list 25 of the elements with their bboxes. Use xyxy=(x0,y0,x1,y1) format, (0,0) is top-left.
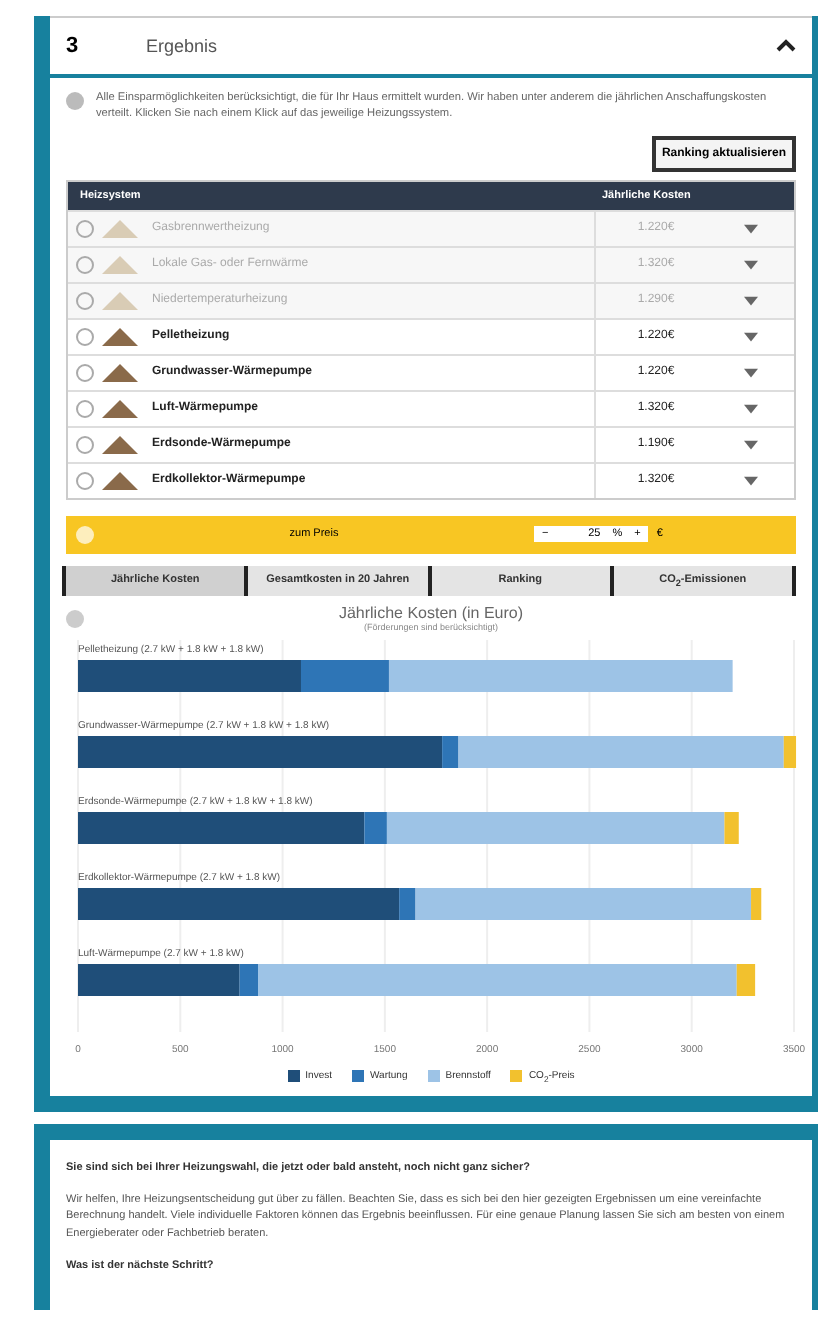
collapse-icon[interactable] xyxy=(776,36,796,56)
house-icon xyxy=(100,468,140,493)
info-icon[interactable] xyxy=(66,609,84,628)
dropdown-caret-icon[interactable] xyxy=(744,367,758,378)
dropdown-caret-icon[interactable] xyxy=(744,331,758,342)
radio-button[interactable] xyxy=(76,363,94,382)
house-icon xyxy=(100,360,140,385)
house-icon xyxy=(100,288,140,313)
radio-button[interactable] xyxy=(76,471,94,490)
radio-button[interactable] xyxy=(76,327,94,346)
dropdown-caret-icon[interactable] xyxy=(744,403,758,414)
info-icon[interactable] xyxy=(76,526,94,545)
info-icon[interactable] xyxy=(66,92,84,110)
house-icon xyxy=(100,432,140,457)
step-number: 3 xyxy=(66,34,81,58)
radio-button[interactable] xyxy=(76,399,94,418)
house-icon xyxy=(100,216,140,241)
chart-title: Jährliche Kosten (in Euro) xyxy=(336,603,526,622)
radio-button[interactable] xyxy=(76,435,94,454)
dropdown-caret-icon[interactable] xyxy=(744,475,758,486)
house-icon xyxy=(100,252,140,277)
dropdown-caret-icon[interactable] xyxy=(744,439,758,450)
section-title: Ergebnis xyxy=(146,36,220,56)
house-icon xyxy=(100,324,140,349)
house-icon xyxy=(100,396,140,421)
